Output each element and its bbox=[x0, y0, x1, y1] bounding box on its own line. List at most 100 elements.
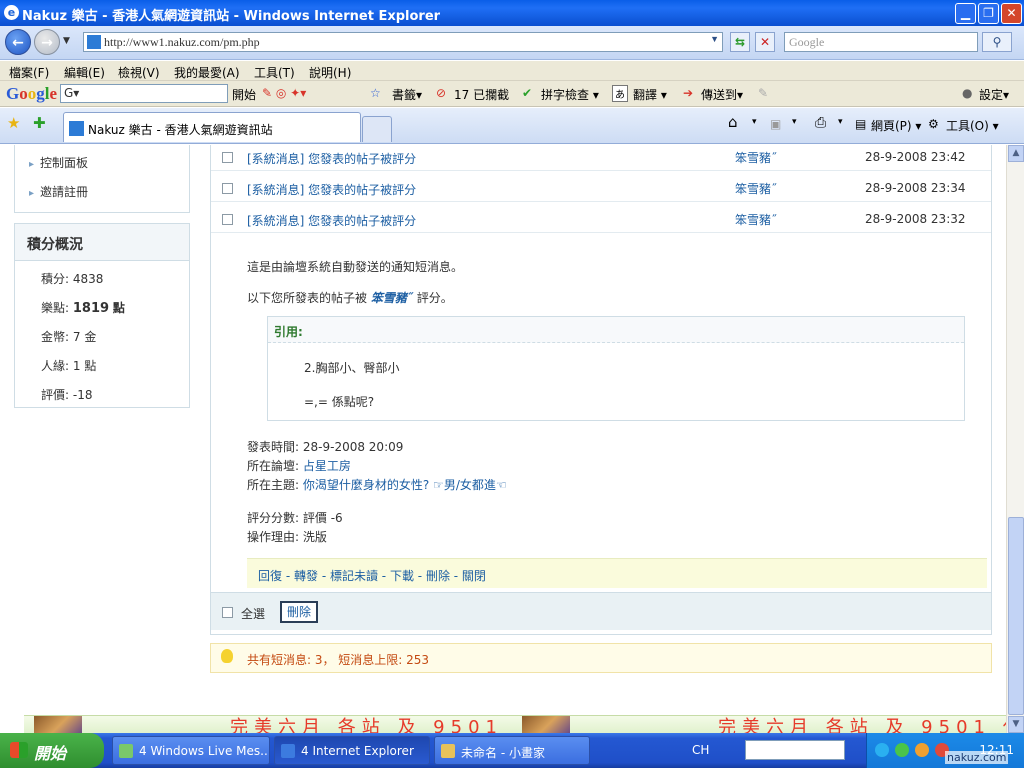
sidebar-item-invite[interactable]: ▸ 邀請註冊 bbox=[29, 183, 88, 200]
print-icon[interactable]: ⎙ bbox=[815, 115, 826, 131]
popup-blocked-count[interactable]: 17 已攔截 bbox=[454, 86, 509, 103]
banner-image bbox=[522, 716, 570, 733]
taskbar-button-paint[interactable]: 未命名 - 小畫家 bbox=[434, 736, 590, 765]
toolbar-tools-icons[interactable]: ✎ ◎ ✦▾ bbox=[262, 86, 306, 100]
tray-icon[interactable] bbox=[915, 743, 929, 757]
sidebar-item-label: 邀請註冊 bbox=[40, 185, 89, 199]
menu-favorites[interactable]: 我的最愛(A) bbox=[174, 64, 240, 81]
tray-icon[interactable] bbox=[875, 743, 889, 757]
tools-gear-icon: ⚙ bbox=[928, 117, 939, 131]
spellcheck-icon: ✔ bbox=[522, 86, 533, 100]
google-logo: Google bbox=[6, 84, 58, 103]
site-icon bbox=[69, 121, 84, 136]
scroll-thumb[interactable] bbox=[1008, 517, 1024, 715]
download-link[interactable]: 下載 bbox=[390, 569, 414, 583]
ad-banner[interactable]: 完美六月 各站 及 9501 代購 bbox=[512, 715, 1006, 733]
history-dropdown-icon[interactable]: ▼ bbox=[63, 36, 70, 46]
minimize-button[interactable]: ▁ bbox=[955, 3, 976, 24]
forum-link[interactable]: 占星工房 bbox=[303, 459, 351, 473]
forward-button[interactable]: → bbox=[34, 29, 60, 55]
system-tray: nakuz.com 12:11 bbox=[866, 733, 1024, 768]
message-sender-link[interactable]: 笨雪豬˝ bbox=[735, 211, 777, 228]
topic-link[interactable]: 你渴望什麼身材的女性? ☞男/女都進☜ bbox=[303, 478, 507, 492]
window-titlebar[interactable]: e Nakuz 樂古 - 香港人氣網遊資訊站 - Windows Interne… bbox=[0, 0, 1024, 26]
home-dropdown[interactable]: ▾ bbox=[752, 117, 757, 127]
table-row[interactable]: [系統消息] 您發表的帖子被評分 笨雪豬˝ 28-9-2008 23:34 bbox=[211, 171, 991, 202]
row-checkbox[interactable] bbox=[222, 183, 233, 194]
print-dropdown[interactable]: ▾ bbox=[838, 117, 843, 127]
mark-unread-link[interactable]: 標記未讀 bbox=[330, 569, 378, 583]
rater-user-link[interactable]: 笨雪豬˝ bbox=[371, 291, 413, 305]
menu-edit[interactable]: 編輯(E) bbox=[64, 64, 105, 81]
tray-icon[interactable] bbox=[895, 743, 909, 757]
page-menu-button[interactable]: 網頁(P) ▾ bbox=[871, 117, 921, 134]
google-go-button[interactable]: 開始 bbox=[232, 86, 256, 103]
spellcheck-button[interactable]: 拼字檢查 ▾ bbox=[541, 86, 599, 103]
delete-link[interactable]: 刪除 bbox=[426, 569, 450, 583]
menu-file[interactable]: 檔案(F) bbox=[9, 64, 49, 81]
search-icon[interactable]: ⚲ bbox=[982, 32, 1012, 52]
add-favorites-icon[interactable]: ✚ bbox=[33, 114, 46, 132]
forward-link[interactable]: 轉發 bbox=[294, 569, 318, 583]
taskbar-search-icon[interactable]: ⚲ bbox=[828, 742, 838, 757]
google-search-input[interactable]: G▾ bbox=[60, 84, 228, 103]
start-button[interactable]: 開始 bbox=[0, 733, 104, 768]
bullet-icon: ▸ bbox=[29, 159, 35, 170]
google-toolbar: Google G▾ 開始 ✎ ◎ ✦▾ ☆ 書籤▾ ⊘ 17 已攔截 ✔ 拼字檢… bbox=[0, 81, 1024, 107]
address-input[interactable]: http://www1.nakuz.com/pm.php ▼ bbox=[83, 32, 723, 52]
scroll-down-icon[interactable]: ▼ bbox=[1008, 716, 1024, 733]
taskbar-button-messenger[interactable]: 4 Windows Live Mes... bbox=[112, 736, 270, 765]
refresh-icon[interactable]: ⇆ bbox=[730, 32, 750, 52]
select-all-checkbox[interactable] bbox=[222, 607, 233, 618]
credits-title: 積分概況 bbox=[15, 224, 189, 261]
message-subject-link[interactable]: [系統消息] 您發表的帖子被評分 bbox=[247, 181, 416, 198]
reply-link[interactable]: 回復 bbox=[258, 569, 282, 583]
taskbar-button-ie[interactable]: 4 Internet Explorer bbox=[274, 736, 430, 765]
star-icon: ☆ bbox=[370, 86, 381, 100]
back-button[interactable]: ← bbox=[5, 29, 31, 55]
messenger-icon bbox=[119, 744, 133, 758]
delete-button[interactable]: 刪除 bbox=[280, 601, 318, 623]
scroll-up-icon[interactable]: ▲ bbox=[1008, 145, 1024, 162]
credit-row: 評價: -18 bbox=[41, 388, 93, 402]
table-row[interactable]: [系統消息] 您發表的帖子被評分 笨雪豬˝ 28-9-2008 23:42 bbox=[211, 145, 991, 171]
search-input[interactable]: Google bbox=[784, 32, 978, 52]
home-icon[interactable]: ⌂ bbox=[728, 113, 738, 131]
restore-button[interactable]: ❐ bbox=[978, 3, 999, 24]
message-sender-link[interactable]: 笨雪豬˝ bbox=[735, 180, 777, 197]
table-row[interactable]: [系統消息] 您發表的帖子被評分 笨雪豬˝ 28-9-2008 23:32 bbox=[211, 202, 991, 233]
menu-tools[interactable]: 工具(T) bbox=[254, 64, 295, 81]
message-subject-link[interactable]: [系統消息] 您發表的帖子被評分 bbox=[247, 150, 416, 167]
row-checkbox[interactable] bbox=[222, 152, 233, 163]
favorites-star-icon[interactable]: ★ bbox=[7, 114, 20, 132]
feeds-dropdown[interactable]: ▾ bbox=[792, 117, 797, 127]
row-checkbox[interactable] bbox=[222, 214, 233, 225]
message-sender-link[interactable]: 笨雪豬˝ bbox=[735, 149, 777, 166]
vertical-scrollbar[interactable]: ▲ ▼ bbox=[1006, 145, 1024, 733]
stop-icon[interactable]: ✕ bbox=[755, 32, 775, 52]
settings-icon: ● bbox=[962, 86, 973, 100]
feeds-icon[interactable]: ▣ bbox=[770, 117, 781, 131]
close-button[interactable]: ✕ bbox=[1001, 3, 1022, 24]
sidebar-item-control-panel[interactable]: ▸ 控制面板 bbox=[29, 154, 88, 171]
pm-quota-text: 共有短消息: 3， 短消息上限: 253 bbox=[247, 653, 430, 667]
ad-banner[interactable]: 完美六月 各站 及 9501 代購 bbox=[24, 715, 518, 733]
translate-button[interactable]: 翻譯 ▾ bbox=[633, 86, 667, 103]
translate-icon: あ bbox=[612, 85, 628, 102]
settings-button[interactable]: 設定▾ bbox=[979, 86, 1009, 103]
tab-nakuz[interactable]: Nakuz 樂古 - 香港人氣網遊資訊站 bbox=[63, 112, 361, 142]
bookmarks-button[interactable]: 書籤▾ bbox=[392, 86, 422, 103]
taskbar: 開始 4 Windows Live Mes... 4 Internet Expl… bbox=[0, 733, 1024, 768]
new-tab-button[interactable] bbox=[362, 116, 392, 142]
bulk-actions-row: 全選 刪除 bbox=[211, 592, 991, 630]
address-dropdown-icon[interactable]: ▼ bbox=[710, 34, 719, 44]
pm-panel: [系統消息] 您發表的帖子被評分 笨雪豬˝ 28-9-2008 23:42 [系… bbox=[210, 145, 992, 635]
menu-view[interactable]: 檢視(V) bbox=[118, 64, 160, 81]
sendto-button[interactable]: 傳送到▾ bbox=[701, 86, 743, 103]
select-all-label[interactable]: 全選 bbox=[241, 605, 265, 622]
message-subject-link[interactable]: [系統消息] 您發表的帖子被評分 bbox=[247, 212, 416, 229]
tools-menu-button[interactable]: 工具(O) ▾ bbox=[946, 117, 999, 134]
language-indicator[interactable]: CH bbox=[692, 743, 709, 757]
close-link[interactable]: 關閉 bbox=[462, 569, 486, 583]
menu-help[interactable]: 說明(H) bbox=[309, 64, 351, 81]
